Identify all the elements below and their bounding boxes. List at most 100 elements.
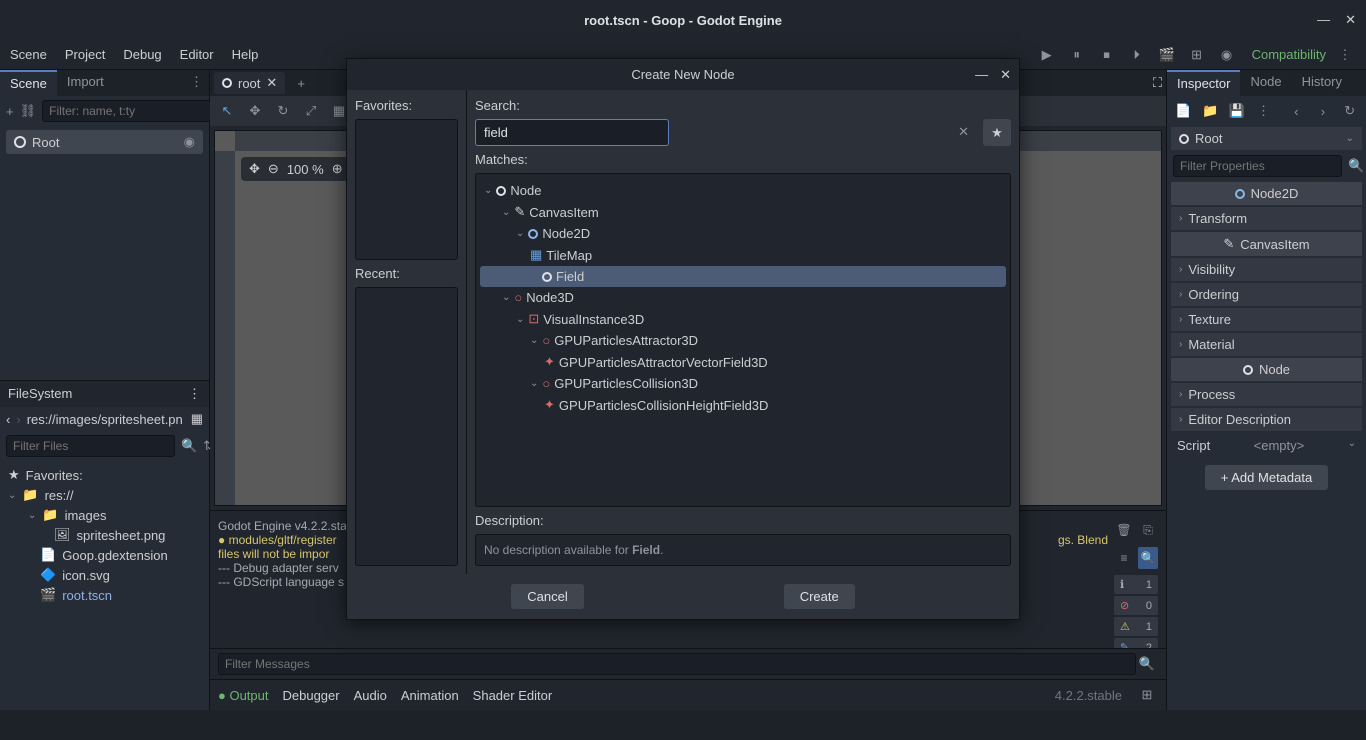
- menu-more-icon[interactable]: ⋮: [1334, 44, 1356, 66]
- match-gpuattractor[interactable]: ⌄○GPUParticlesAttractor3D: [480, 330, 1006, 351]
- scale-tool-icon[interactable]: ⤢: [300, 100, 322, 122]
- search-icon[interactable]: 🔍: [1348, 155, 1364, 177]
- renderer-label[interactable]: Compatibility: [1252, 47, 1326, 62]
- close-tab-icon[interactable]: ✕: [266, 75, 277, 91]
- prev-icon[interactable]: ‹: [1286, 100, 1307, 122]
- section-process[interactable]: ›Process: [1171, 383, 1362, 406]
- favorite-button[interactable]: ★: [983, 119, 1011, 146]
- section-canvasitem[interactable]: ✎CanvasItem: [1171, 232, 1362, 256]
- remote-icon[interactable]: ⊞: [1186, 44, 1208, 66]
- match-gpucollision-hf[interactable]: ✦GPUParticlesCollisionHeightField3D: [480, 394, 1006, 416]
- play-icon[interactable]: ▶: [1036, 44, 1058, 66]
- next-icon[interactable]: ›: [1313, 100, 1334, 122]
- badge-msg[interactable]: ✎2: [1114, 638, 1158, 648]
- fs-gdextension[interactable]: 📄Goop.gdextension: [8, 545, 201, 565]
- section-transform[interactable]: ›Transform: [1171, 207, 1362, 230]
- tab-audio[interactable]: Audio: [354, 688, 387, 703]
- pan-icon[interactable]: ✥: [249, 161, 260, 177]
- fs-images-folder[interactable]: ⌄📁images: [8, 505, 201, 525]
- tab-node[interactable]: Node: [1240, 70, 1291, 96]
- rotate-tool-icon[interactable]: ↻: [272, 100, 294, 122]
- copy-icon[interactable]: ⎘: [1138, 519, 1158, 541]
- section-node2d[interactable]: Node2D: [1171, 182, 1362, 205]
- expand-icon[interactable]: ⛶: [1153, 75, 1162, 91]
- menu-debug[interactable]: Debug: [123, 47, 161, 62]
- minimize-icon[interactable]: —: [1317, 12, 1330, 28]
- close-icon[interactable]: ✕: [1345, 12, 1356, 28]
- fwd-icon[interactable]: ›: [16, 412, 20, 427]
- match-field[interactable]: Field: [480, 266, 1006, 287]
- scene-root-node[interactable]: Root ◉: [6, 130, 203, 154]
- eye-icon[interactable]: ◉: [1216, 44, 1238, 66]
- fs-filter-input[interactable]: [6, 435, 175, 457]
- match-node3d[interactable]: ⌄○Node3D: [480, 287, 1006, 308]
- section-visibility[interactable]: ›Visibility: [1171, 258, 1362, 281]
- section-material[interactable]: ›Material: [1171, 333, 1362, 356]
- inspector-root[interactable]: Root ⌄: [1171, 127, 1362, 150]
- new-resource-icon[interactable]: 📄: [1173, 100, 1194, 122]
- section-ordering[interactable]: ›Ordering: [1171, 283, 1362, 306]
- match-gpucollision[interactable]: ⌄○GPUParticlesCollision3D: [480, 373, 1006, 394]
- favorites-list[interactable]: [355, 119, 458, 260]
- create-button[interactable]: Create: [784, 584, 855, 609]
- section-node[interactable]: Node: [1171, 358, 1362, 381]
- menu-help[interactable]: Help: [232, 47, 259, 62]
- visibility-icon[interactable]: ◉: [184, 134, 195, 150]
- panel-more-icon[interactable]: ⋮: [184, 70, 209, 96]
- tab-history[interactable]: History: [1292, 70, 1352, 96]
- back-icon[interactable]: ‹: [6, 412, 10, 427]
- movie-icon[interactable]: 🎬: [1156, 44, 1178, 66]
- save-icon[interactable]: 💾: [1226, 100, 1247, 122]
- badge-warn[interactable]: ⚠1: [1114, 617, 1158, 636]
- badge-info[interactable]: ℹ1: [1114, 575, 1158, 594]
- stop-icon[interactable]: ⏹: [1096, 44, 1118, 66]
- search-log-icon[interactable]: 🔍: [1138, 547, 1158, 569]
- fs-favorites[interactable]: ★Favorites:: [8, 465, 201, 485]
- search-icon[interactable]: 🔍: [1136, 653, 1158, 675]
- cancel-button[interactable]: Cancel: [511, 584, 583, 609]
- add-metadata-button[interactable]: + Add Metadata: [1205, 465, 1328, 490]
- scene-filter-input[interactable]: [42, 100, 211, 122]
- match-node[interactable]: ⌄Node: [480, 180, 1006, 201]
- match-tilemap[interactable]: ▦TileMap: [480, 244, 1006, 266]
- fs-more-icon[interactable]: ⋮: [188, 386, 201, 402]
- fs-path-text[interactable]: res://images/spritesheet.pn: [27, 412, 185, 427]
- fs-search-icon[interactable]: 🔍: [181, 435, 197, 457]
- match-canvasitem[interactable]: ⌄✎CanvasItem: [480, 201, 1006, 223]
- tab-animation[interactable]: Animation: [401, 688, 459, 703]
- open-icon[interactable]: 📁: [1200, 100, 1221, 122]
- match-gpuattractor-vf[interactable]: ✦GPUParticlesAttractorVectorField3D: [480, 351, 1006, 373]
- fs-spritesheet[interactable]: 🖼spritesheet.png: [8, 525, 201, 545]
- tab-debugger[interactable]: Debugger: [283, 688, 340, 703]
- tab-inspector[interactable]: Inspector: [1167, 70, 1240, 96]
- badge-error[interactable]: ⊘0: [1114, 596, 1158, 615]
- script-value[interactable]: <empty>: [1254, 438, 1305, 453]
- history-icon[interactable]: ↻: [1339, 100, 1360, 122]
- tab-scene[interactable]: Scene: [0, 70, 57, 96]
- more-icon[interactable]: ⋮: [1253, 100, 1274, 122]
- fs-icon-svg[interactable]: 🔷icon.svg: [8, 565, 201, 585]
- select-tool-icon[interactable]: ↖: [216, 100, 238, 122]
- tab-output[interactable]: ● Output: [218, 688, 269, 703]
- pause-icon[interactable]: ⏸: [1066, 44, 1088, 66]
- zoom-in-icon[interactable]: ⊕: [332, 161, 343, 177]
- match-node2d[interactable]: ⌄Node2D: [480, 223, 1006, 244]
- fs-view-icon[interactable]: ▦: [191, 411, 203, 427]
- filter-messages-input[interactable]: [218, 653, 1136, 675]
- menu-editor[interactable]: Editor: [180, 47, 214, 62]
- add-node-icon[interactable]: +: [6, 100, 14, 122]
- play-scene-icon[interactable]: ⏵: [1126, 44, 1148, 66]
- inspector-filter-input[interactable]: [1173, 155, 1342, 177]
- fs-root-tscn[interactable]: 🎬root.tscn: [8, 585, 201, 605]
- close-icon[interactable]: ✕: [1000, 67, 1011, 83]
- menu-project[interactable]: Project: [65, 47, 105, 62]
- fs-res-root[interactable]: ⌄📁res://: [8, 485, 201, 505]
- collapse-icon[interactable]: ≡: [1114, 547, 1134, 569]
- layout-icon[interactable]: ⊞: [1136, 684, 1158, 706]
- section-editor-desc[interactable]: ›Editor Description: [1171, 408, 1362, 431]
- add-tab-icon[interactable]: +: [291, 76, 311, 91]
- minimize-icon[interactable]: —: [975, 67, 988, 83]
- scene-tab-root[interactable]: root ✕: [214, 72, 285, 94]
- clear-icon[interactable]: 🗑: [1114, 519, 1134, 541]
- recent-list[interactable]: [355, 287, 458, 566]
